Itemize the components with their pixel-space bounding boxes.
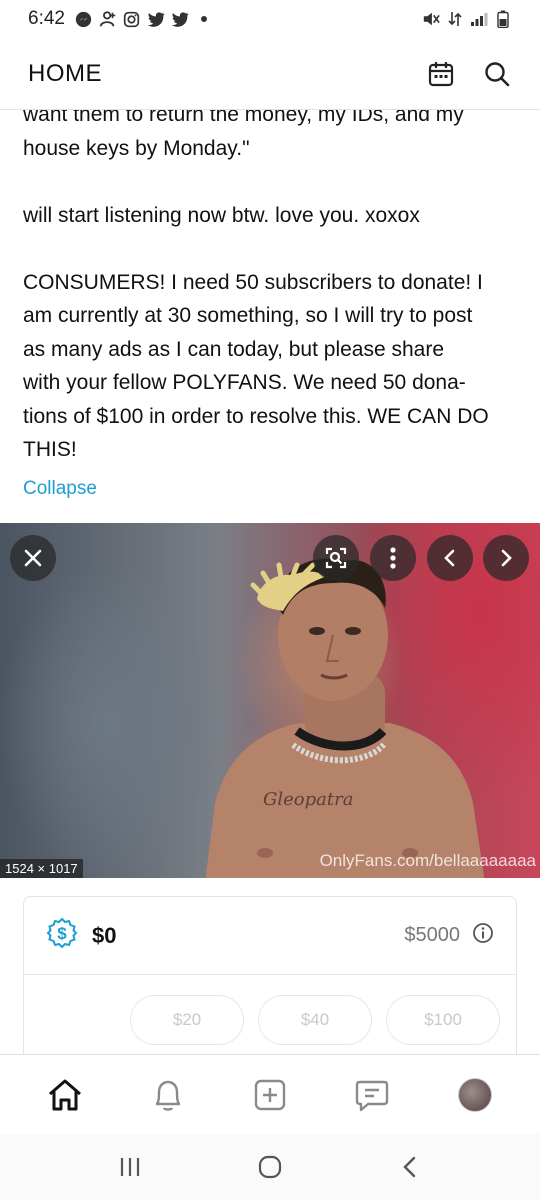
home-icon[interactable] <box>43 1073 87 1117</box>
tip-goal-amount: $5000 <box>404 924 460 946</box>
tip-preset-button[interactable]: $100 <box>386 995 500 1045</box>
tip-preset-button[interactable]: $40 <box>258 995 372 1045</box>
person-add-icon <box>99 10 117 28</box>
post-line: tions of $100 in order to resolve this. … <box>23 404 489 428</box>
battery-icon <box>494 10 512 28</box>
dollar-badge-icon: $ <box>46 917 78 954</box>
more-vertical-icon[interactable] <box>370 535 416 581</box>
post-line: CONSUMERS! I need 50 subscribers to dona… <box>23 270 483 294</box>
twitter-icon <box>147 10 165 28</box>
messenger-icon <box>75 10 93 28</box>
image-dimensions: 1524 × 1017 <box>0 859 83 878</box>
svg-text:$: $ <box>57 924 67 943</box>
instagram-icon <box>123 10 141 28</box>
chevron-left-icon[interactable] <box>427 535 473 581</box>
tip-current-amount: $0 <box>92 922 117 948</box>
system-status-icons <box>422 10 512 28</box>
post-line: am currently at 30 something, so I will … <box>23 304 473 327</box>
lens-search-icon[interactable] <box>313 535 359 581</box>
messages-icon[interactable] <box>350 1073 394 1117</box>
bottom-nav <box>0 1054 540 1134</box>
mute-icon <box>422 10 440 28</box>
profile-avatar[interactable] <box>453 1073 497 1117</box>
calendar-icon[interactable] <box>426 59 456 89</box>
image-watermark: OnlyFans.com/bellaaaaaaaa <box>319 851 536 870</box>
search-icon[interactable] <box>482 59 512 89</box>
avatar <box>457 1077 492 1112</box>
post-image[interactable]: Gleopatra 1524 × 1017 OnlyFans.com/bella… <box>0 523 540 878</box>
post-line: as many ads as I can today, but please s… <box>23 337 445 361</box>
post-line: will start listening now btw. love you. … <box>23 203 420 227</box>
app-header: HOME <box>0 38 540 110</box>
back-icon[interactable] <box>390 1147 430 1187</box>
page-title: HOME <box>28 59 102 87</box>
data-icon <box>446 10 464 28</box>
post-line: THIS! <box>23 438 77 461</box>
info-icon[interactable] <box>472 922 494 949</box>
bell-icon[interactable] <box>146 1073 190 1117</box>
add-post-icon[interactable] <box>248 1073 292 1117</box>
chevron-right-icon[interactable] <box>483 535 529 581</box>
close-icon[interactable] <box>10 535 56 581</box>
tip-preset-button[interactable]: $20 <box>130 995 244 1045</box>
collapse-link[interactable]: Collapse <box>23 478 97 500</box>
chest-tattoo: Gleopatra <box>263 789 353 810</box>
twitter-icon <box>171 10 189 28</box>
post-body: want them to return the money, my IDs, a… <box>23 98 523 467</box>
status-time: 6:42 <box>28 8 65 29</box>
post-line: house keys by Monday." <box>23 136 250 160</box>
system-nav-bar <box>0 1134 540 1200</box>
post-line: with your fellow POLYFANS. We need 50 do… <box>23 371 466 394</box>
recents-icon[interactable] <box>110 1147 150 1187</box>
notification-icons <box>75 10 213 28</box>
tip-goal-row: $ $0 $5000 <box>24 897 516 975</box>
tip-presets: $20 $40 $100 <box>24 975 516 1045</box>
signal-icon <box>470 10 488 28</box>
status-bar: 6:42 <box>0 0 540 38</box>
dot-icon <box>195 10 213 28</box>
home-circle-icon[interactable] <box>250 1147 290 1187</box>
person-photo: Gleopatra <box>205 558 485 878</box>
